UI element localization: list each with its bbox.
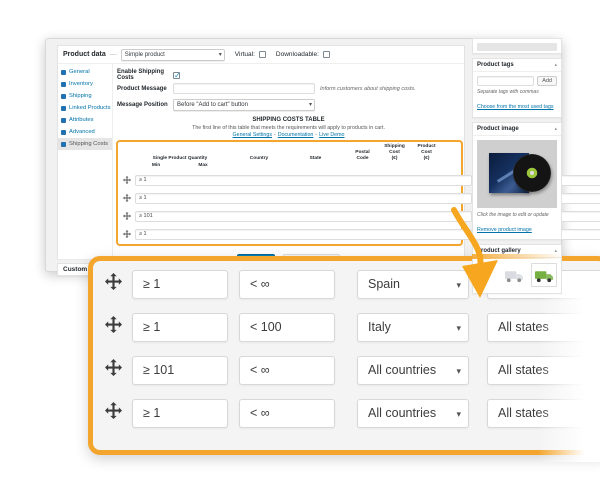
tags-input[interactable] bbox=[477, 76, 534, 86]
callout-row-4: ≥ 1 < ∞ All countries All states bbox=[93, 398, 600, 428]
vinyl-record-image bbox=[513, 154, 551, 192]
marketing-canvas: Product data — Simple product Virtual: D… bbox=[0, 0, 600, 480]
product-tags-metabox: Product tags ▴ Add Separate tags with co… bbox=[472, 58, 562, 118]
gear-icon bbox=[61, 130, 66, 135]
enable-shipping-costs-row: Enable Shipping Costs bbox=[117, 69, 180, 81]
publish-bar bbox=[477, 43, 557, 51]
truck-icon bbox=[61, 94, 66, 99]
min-qty-input[interactable]: ≥ 1 bbox=[132, 270, 228, 299]
tags-help-text: Separate tags with commas bbox=[477, 89, 557, 95]
product-message-note: Inform customers about shipping costs. bbox=[320, 86, 416, 92]
product-data-title: Product data bbox=[63, 51, 106, 58]
tab-shipping[interactable]: Shipping bbox=[58, 90, 112, 102]
move-row-handle[interactable] bbox=[121, 212, 133, 220]
product-message-row: Product Message Inform customers about s… bbox=[117, 83, 416, 94]
product-message-label: Product Message bbox=[117, 86, 173, 92]
move-row-handle[interactable] bbox=[121, 230, 133, 238]
max-qty-input[interactable]: < ∞ bbox=[239, 399, 335, 428]
table-row-1: ≥ 1 < ∞ Spain Madrid * 5,00 1,00 bbox=[121, 174, 458, 187]
shipping-costs-table-subtitle: The first line of this table that meets … bbox=[113, 125, 464, 131]
message-position-row: Message Position Before "Add to cart" bu… bbox=[117, 99, 315, 111]
product-data-header: Product data — Simple product Virtual: D… bbox=[58, 46, 464, 64]
table-row-2: ≥ 1 < 100 Italy All states * 2,00 0,00 bbox=[121, 192, 458, 205]
min-header: Min bbox=[135, 163, 177, 169]
tab-general[interactable]: General bbox=[58, 66, 112, 78]
product-data-metabox: Product data — Simple product Virtual: D… bbox=[57, 45, 465, 259]
callout-row-3: ≥ 101 < ∞ All countries All states bbox=[93, 355, 600, 385]
message-position-select[interactable]: Before "Add to cart" button bbox=[173, 99, 315, 111]
table-header: Single Product Quantity Country State Po… bbox=[121, 144, 458, 169]
product-image-title: Product image bbox=[477, 126, 519, 132]
collapse-icon[interactable]: ▴ bbox=[554, 126, 557, 132]
shipping-costs-table-links: General Settings-Documentation-Live Demo bbox=[113, 132, 464, 138]
state-header: State bbox=[291, 156, 340, 162]
min-qty-input[interactable]: ≥ 1 bbox=[135, 175, 472, 186]
min-qty-input[interactable]: ≥ 1 bbox=[132, 313, 228, 342]
tab-shipping-costs[interactable]: Shipping Costs bbox=[58, 138, 112, 150]
max-qty-input[interactable]: < ∞ bbox=[239, 270, 335, 299]
virtual-label: Virtual: bbox=[235, 51, 255, 58]
enable-shipping-costs-label: Enable Shipping Costs bbox=[117, 69, 173, 81]
product-type-select[interactable]: Simple product bbox=[121, 49, 225, 61]
country-select[interactable]: Italy bbox=[357, 313, 469, 342]
move-row-handle[interactable] bbox=[105, 359, 123, 381]
tab-advanced[interactable]: Advanced bbox=[58, 126, 112, 138]
min-qty-input[interactable]: ≥ 1 bbox=[135, 193, 472, 204]
country-header: Country bbox=[233, 156, 285, 162]
product-data-tabs: General Inventory Shipping Linked Produc… bbox=[58, 64, 113, 259]
wrench-icon bbox=[61, 70, 66, 75]
country-select[interactable]: All countries bbox=[357, 399, 469, 428]
product-tags-title: Product tags bbox=[477, 62, 514, 68]
attributes-icon bbox=[61, 118, 66, 123]
virtual-checkbox[interactable] bbox=[259, 51, 266, 58]
most-used-tags-link[interactable]: Choose from the most used tags bbox=[477, 104, 554, 110]
downloadable-label: Downloadable: bbox=[276, 51, 319, 58]
postal-code-header: Postal Code bbox=[349, 150, 376, 162]
downloadable-checkbox[interactable] bbox=[323, 51, 330, 58]
link-icon bbox=[61, 106, 66, 111]
min-qty-input[interactable]: ≥ 101 bbox=[135, 211, 472, 222]
product-message-input[interactable] bbox=[173, 83, 315, 94]
move-row-handle[interactable] bbox=[105, 273, 123, 295]
country-select[interactable]: All countries bbox=[357, 356, 469, 385]
shipping-costs-truck-icon bbox=[61, 142, 66, 147]
table-row-4: ≥ 1 < ∞ All countries All states * 5,00 … bbox=[121, 228, 458, 241]
max-qty-input[interactable]: < ∞ bbox=[239, 356, 335, 385]
tab-linked-products[interactable]: Linked Products bbox=[58, 102, 112, 114]
move-row-handle[interactable] bbox=[105, 316, 123, 338]
table-row-3: ≥ 101 < ∞ All countries All states * 0,0… bbox=[121, 210, 458, 223]
publish-metabox-stub bbox=[472, 38, 562, 54]
right-edge-fade bbox=[538, 294, 600, 462]
general-settings-link[interactable]: General Settings bbox=[233, 132, 272, 138]
min-qty-input[interactable]: ≥ 101 bbox=[132, 356, 228, 385]
move-row-handle[interactable] bbox=[121, 194, 133, 202]
callout-row-2: ≥ 1 < 100 Italy All states bbox=[93, 312, 600, 342]
shipping-costs-table-title: SHIPPING COSTS TABLE bbox=[113, 117, 464, 123]
zoom-arrow bbox=[428, 198, 520, 310]
add-tag-button[interactable]: Add bbox=[537, 76, 557, 86]
message-position-label: Message Position bbox=[117, 102, 173, 108]
max-header: Max bbox=[181, 163, 225, 169]
min-qty-input[interactable]: ≥ 1 bbox=[135, 229, 472, 240]
shipping-cost-header: Shipping Cost(€) bbox=[381, 144, 408, 162]
min-qty-input[interactable]: ≥ 1 bbox=[132, 399, 228, 428]
move-row-handle[interactable] bbox=[121, 176, 133, 184]
tab-inventory[interactable]: Inventory bbox=[58, 78, 112, 90]
max-qty-input[interactable]: < 100 bbox=[239, 313, 335, 342]
shipping-costs-panel: Enable Shipping Costs Product Message In… bbox=[113, 64, 464, 259]
tab-attributes[interactable]: Attributes bbox=[58, 114, 112, 126]
enable-shipping-costs-checkbox[interactable] bbox=[173, 72, 180, 79]
shipping-costs-table-highlight: Single Product Quantity Country State Po… bbox=[116, 140, 463, 246]
collapse-icon[interactable]: ▴ bbox=[554, 62, 557, 68]
move-row-handle[interactable] bbox=[105, 402, 123, 424]
product-data-dash: — bbox=[110, 51, 117, 58]
inventory-icon bbox=[61, 82, 66, 87]
documentation-link[interactable]: Documentation bbox=[278, 132, 314, 138]
live-demo-link[interactable]: Live Demo bbox=[319, 132, 344, 138]
quantity-group-header: Single Product Quantity bbox=[135, 156, 225, 162]
product-cost-header: Product Cost(€) bbox=[413, 144, 440, 162]
gallery-thumb-truck[interactable] bbox=[531, 263, 557, 287]
